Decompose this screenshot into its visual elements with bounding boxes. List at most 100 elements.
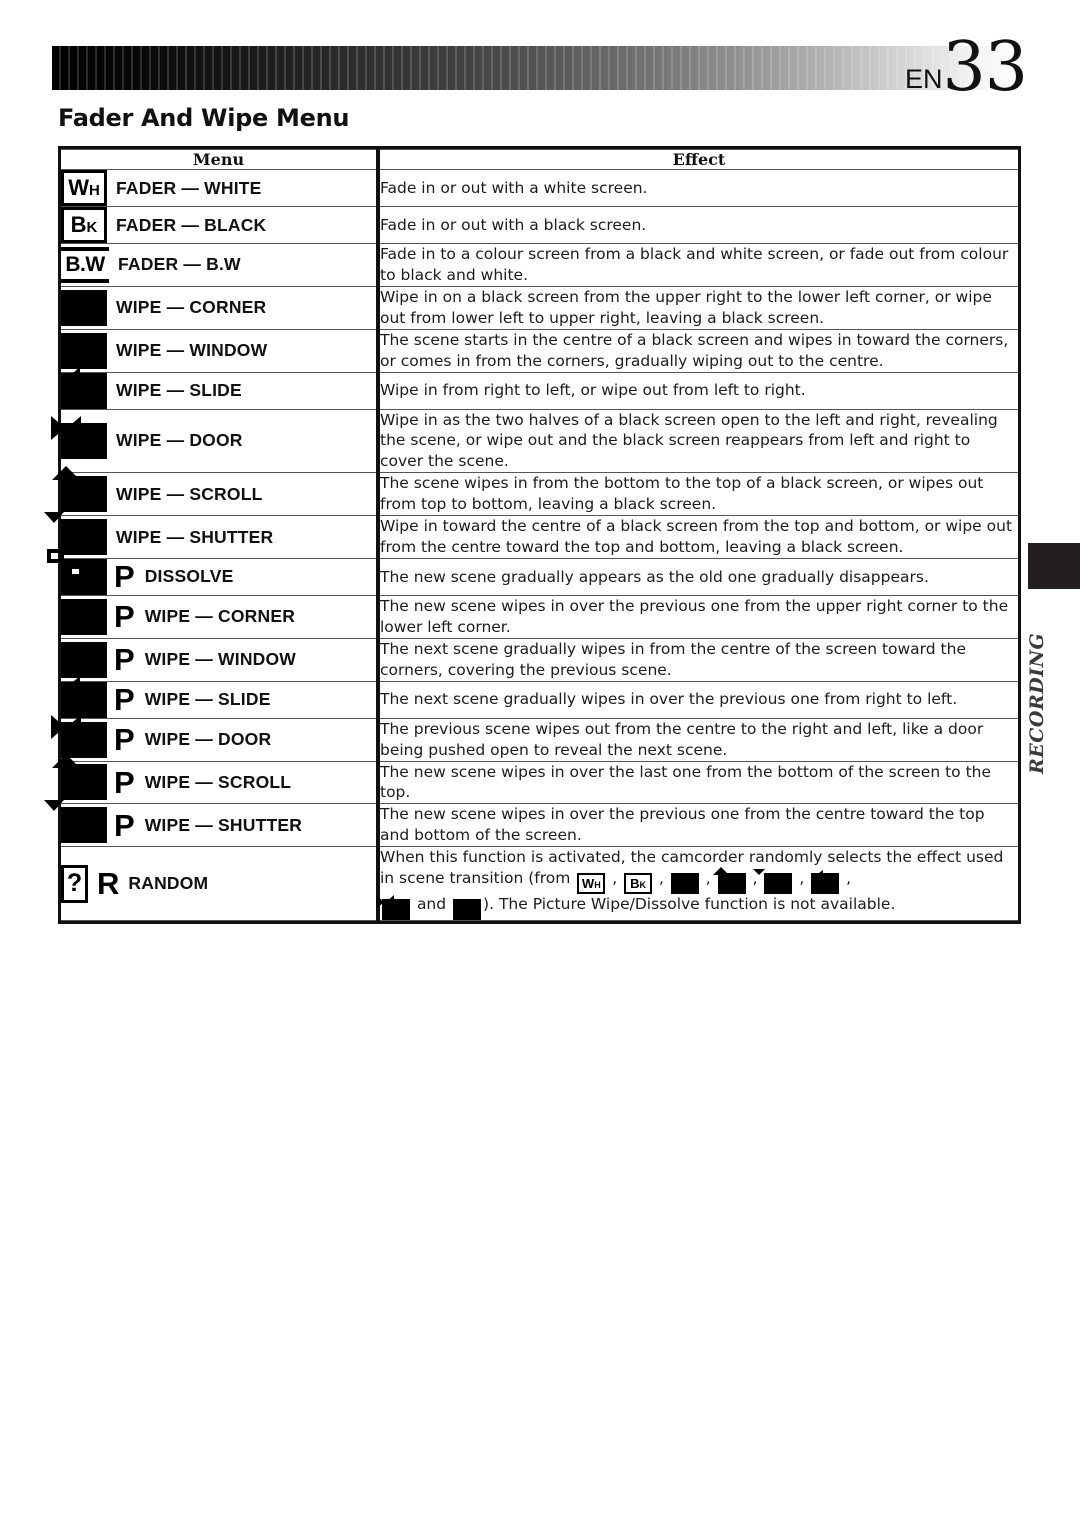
table-row: WIPE — SHUTTER Wipe in toward the centre … [44,512,1018,559]
inline-wipe-window-icon [670,873,699,895]
menu-item-label: FADER — WHITE [116,177,262,198]
effect-cell: When this function is activated, the cam… [376,846,1018,922]
table-row: P WIPE — WINDOW The next scene gradually w… [61,637,1018,682]
random-icon: ? [61,864,88,903]
menu-item-label: WIPE — SLIDE [116,380,242,401]
fader-black-icon: BK [624,873,653,895]
wipe-door-icon [51,415,107,459]
effect-cell: Wipe in toward the centre of a black scr… [376,515,1018,559]
picture-wipe-p-marker: P [114,559,135,595]
menu-item-label: DISSOLVE [144,566,234,587]
inline-wipe-door-icon [376,895,410,921]
page-number-value: 33 [942,28,1028,107]
menu-item-label: WIPE — SCROLL [144,771,292,792]
recording-tab-text: RECORDING [1026,632,1048,774]
table-row: B.W FADER — B.W Fade in to a colour screen… [61,243,1018,287]
table-row: P WIPE — SLIDE The next scene gradually wi… [61,675,1018,719]
effect-cell: Fade in or out with a white screen. [376,169,1018,207]
table-row: P WIPE — CORNER The new scene wipes in ove… [61,594,1018,639]
table-row: W H FADER — WHITE Fade in or out with a whi… [61,169,1018,207]
picture-wipe-scroll-icon [52,754,107,801]
wipe-window-icon [61,332,107,369]
menu-cell[interactable]: W H FADER — WHITE [61,169,378,207]
effect-cell: The next scene gradually wipes in over t… [376,680,1018,719]
menu-cell[interactable]: WIPE — DOOR [51,408,378,474]
inline-wipe-scroll-icon [712,867,746,895]
menu-item-label: WIPE — DOOR [116,430,243,451]
column-header-effect: Effect [376,149,1018,170]
menu-cell[interactable]: B K FADER — BLACK [61,206,378,244]
column-header-menu: Menu [61,149,378,170]
effect-cell: The next scene gradually wipes in from t… [376,637,1018,682]
wipe-corner-icon [453,899,482,921]
fader-wipe-table: Menu Effect W H FADER — WHITE Fade in or ou… [44,146,1021,925]
menu-cell[interactable]: P WIPE — SCROLL [52,754,378,805]
menu-cell[interactable]: P WIPE — DOOR [51,714,378,762]
picture-wipe-p-marker: P [114,722,135,758]
menu-item-label: FADER — BLACK [116,214,267,235]
menu-cell[interactable]: P DISSOLVE [47,548,378,596]
fader-bw-icon: B.W [61,246,109,283]
effect-cell: The new scene wipes in over the last one… [376,760,1018,805]
table-row: P WIPE — SCROLL The new scene wipes in ove… [52,754,1018,805]
picture-wipe-door-icon [51,714,107,758]
wipe-shutter-icon [753,869,793,895]
table-row: P WIPE — SHUTTER The new scene wipes in ov… [44,800,1018,848]
fader-white-icon: WH [61,170,107,206]
effect-cell: The scene wipes in from the bottom to th… [376,472,1018,517]
wipe-shutter-icon [44,512,107,556]
effect-cell: Wipe in as the two halves of a black scr… [376,408,1018,474]
menu-cell[interactable]: P WIPE — WINDOW [61,637,378,682]
table-header-row: Menu Effect [61,149,1018,170]
wipe-scroll-icon [712,867,746,895]
menu-cell[interactable]: P WIPE — CORNER [61,594,378,639]
wipe-corner-icon [61,289,107,326]
menu-item-label: WIPE — SHUTTER [144,814,303,835]
effect-cell: The new scene wipes in over the previous… [376,594,1018,639]
fader-white-icon: WH [577,873,606,895]
menu-item-label: WIPE — WINDOW [144,649,297,670]
inline-fader-white-icon: WH [577,873,606,895]
menu-item-label: WIPE — CORNER [116,297,267,318]
picture-wipe-window-icon [61,641,107,678]
table-row: WIPE — SCROLL The scene wipes in from the… [52,466,1018,517]
picture-wipe-p-marker: P [114,599,135,635]
menu-cell[interactable]: WIPE — CORNER [61,285,378,330]
random-r-marker: R [97,866,120,902]
table-row: WIPE — DOOR Wipe in as the two halves of … [51,408,1018,474]
menu-cell[interactable]: WIPE — WINDOW [61,328,378,373]
menu-cell[interactable]: WIPE — SLIDE [61,366,378,410]
inline-wipe-slide-icon [811,870,840,895]
effect-cell: The previous scene wipes out from the ce… [376,717,1018,762]
picture-wipe-corner-icon [61,598,107,635]
menu-item-label: WIPE — DOOR [144,729,272,750]
wipe-slide-icon [811,870,840,895]
page-header-band [52,46,1027,90]
menu-cell[interactable]: P WIPE — SHUTTER [44,800,378,848]
menu-item-label: WIPE — CORNER [144,606,296,627]
recording-tab-label: RECORDING [1022,466,1052,774]
menu-cell[interactable]: P WIPE — SLIDE [61,675,378,719]
table-row: WIPE — CORNER Wipe in on a black screen f… [61,285,1018,330]
effect-cell: Wipe in on a black screen from the upper… [376,285,1018,330]
menu-item-label: FADER — B.W [118,254,241,275]
effect-cell: Fade in or out with a black screen. [376,206,1018,244]
menu-item-label: RANDOM [128,873,209,894]
menu-cell[interactable]: WIPE — SHUTTER [44,512,378,559]
menu-cell[interactable]: B.W FADER — B.W [61,243,378,287]
menu-cell[interactable]: WIPE — SCROLL [52,466,378,517]
table-row: WIPE — SLIDE Wipe in from right to left, … [61,366,1018,410]
picture-wipe-p-marker: P [114,682,135,718]
menu-cell[interactable]: ? R RANDOM [61,846,378,922]
effect-cell: Fade in to a colour screen from a black … [376,243,1018,287]
table-row: ? R RANDOM When this function is activated,… [61,846,1018,922]
picture-wipe-p-marker: P [114,807,135,843]
table-body: W H FADER — WHITE Fade in or out with a whi… [44,169,1018,922]
effect-cell: Wipe in from right to left, or wipe out … [376,371,1018,410]
wipe-window-icon [670,873,699,895]
table-row: P WIPE — DOOR The previous scene wipes out… [51,714,1018,762]
wipe-slide-icon [61,366,107,409]
inline-wipe-corner-icon [453,899,482,921]
gradient-bar [52,46,1027,90]
effect-cell: The new scene wipes in over the previous… [376,803,1018,848]
